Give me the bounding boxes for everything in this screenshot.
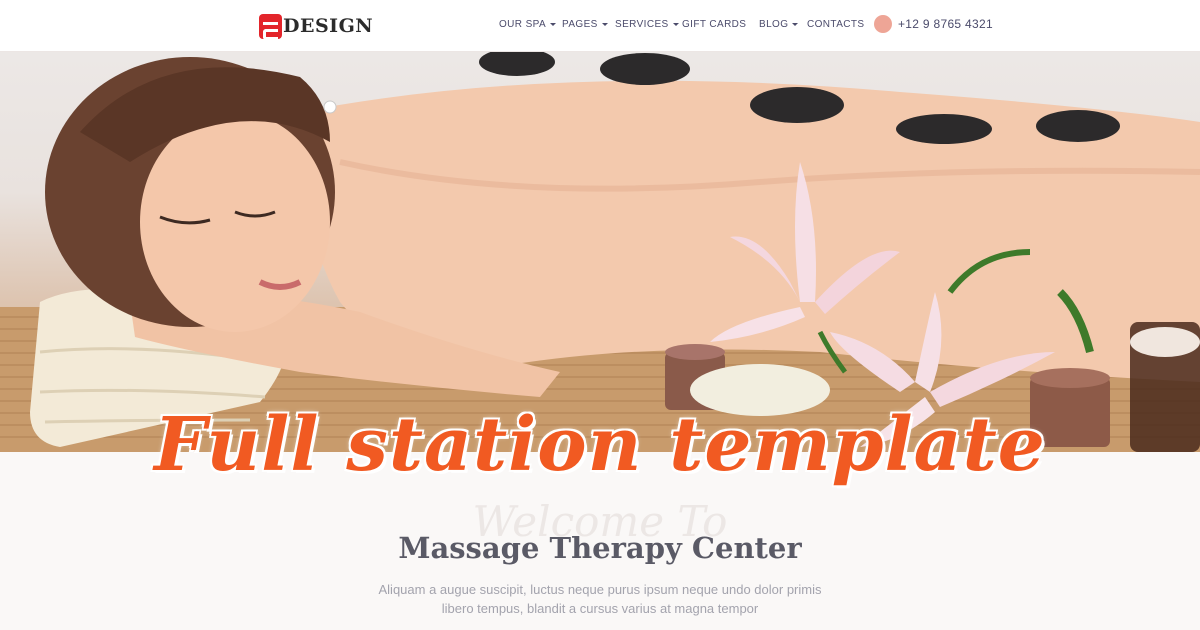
nav-item-pages[interactable]: PAGES bbox=[562, 19, 608, 30]
logo-mark-icon bbox=[259, 13, 282, 40]
nav-item-contacts[interactable]: CONTACTS bbox=[807, 19, 864, 30]
phone-link[interactable]: +12 9 8765 4321 bbox=[874, 15, 993, 33]
caret-down-icon bbox=[550, 22, 557, 26]
nav-item-label: CONTACTS bbox=[807, 19, 865, 30]
logo-text: DESIGN bbox=[283, 15, 374, 37]
nav-item-gift-cards[interactable]: GIFT CARDS bbox=[682, 19, 746, 30]
caret-down-icon bbox=[601, 22, 608, 26]
nav-item-blog[interactable]: BLOG bbox=[759, 19, 799, 30]
promo-overlay-title: Full station template bbox=[154, 402, 1046, 488]
caret-down-icon bbox=[792, 22, 799, 26]
description-line-1: Aliquam a augue suscipit, luctus neque p… bbox=[378, 582, 822, 597]
caret-down-icon bbox=[672, 22, 679, 26]
hero-illustration bbox=[0, 52, 1200, 452]
top-navbar: DESIGN OUR SPA PAGES SERVICES GIFT CARDS… bbox=[0, 0, 1200, 52]
nav-item-label: OUR SPA bbox=[499, 19, 547, 30]
phone-number: +12 9 8765 4321 bbox=[898, 17, 993, 31]
nav-item-our-spa[interactable]: OUR SPA bbox=[499, 19, 557, 30]
hero-banner bbox=[0, 52, 1200, 452]
phone-icon bbox=[874, 15, 892, 33]
section-title: Massage Therapy Center bbox=[398, 531, 802, 565]
nav-item-services[interactable]: SERVICES bbox=[615, 19, 679, 30]
brand-logo[interactable]: DESIGN bbox=[259, 12, 373, 40]
description-line-2: libero tempus, blandit a cursus varius a… bbox=[441, 601, 759, 616]
nav-item-label: SERVICES bbox=[615, 19, 669, 30]
nav-item-label: PAGES bbox=[562, 19, 598, 30]
section-description: Aliquam a augue suscipit, luctus neque p… bbox=[0, 580, 1200, 618]
nav-item-label: BLOG bbox=[759, 19, 789, 30]
nav-item-label: GIFT CARDS bbox=[682, 19, 747, 30]
